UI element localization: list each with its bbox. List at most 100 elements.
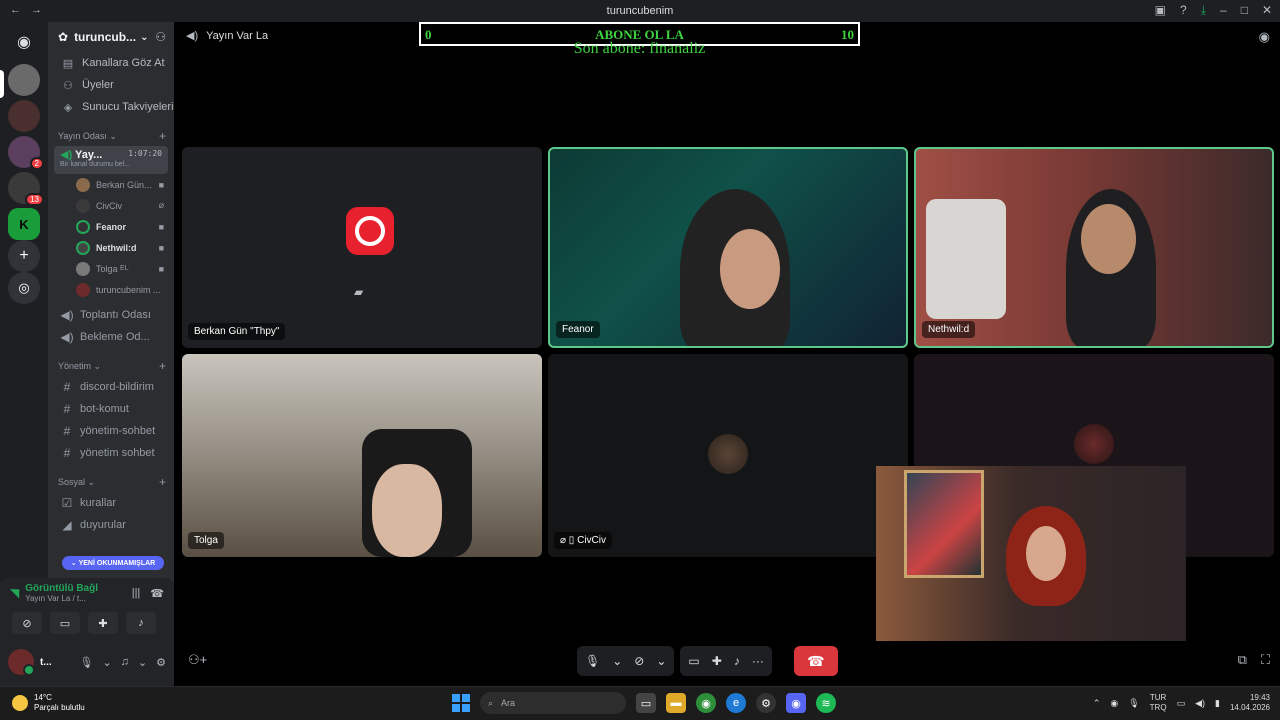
add-people-icon[interactable]: ⚇+	[188, 652, 207, 668]
add-channel-icon[interactable]: +	[159, 359, 166, 373]
category-yonetim[interactable]: Yönetim ⌄ +	[48, 356, 174, 376]
task-view-icon[interactable]: ▭	[636, 693, 656, 713]
help-icon[interactable]: ?	[1180, 3, 1187, 18]
screen-share-button[interactable]: ▭	[50, 612, 80, 634]
username[interactable]: t...	[40, 657, 52, 668]
text-channel[interactable]: # yönetim sohbet	[54, 442, 168, 464]
voice-member[interactable]: Feanor ■	[48, 216, 174, 237]
video-tile[interactable]: Feanor	[548, 147, 908, 348]
camera-toggle-button[interactable]: ⊘	[12, 612, 42, 634]
close-button[interactable]: ✕	[1262, 3, 1272, 18]
add-channel-icon[interactable]: +	[159, 129, 166, 143]
discover-icon[interactable]: ◎	[8, 272, 40, 304]
chevron-up-icon[interactable]: ⌃	[1093, 698, 1101, 709]
video-tile[interactable]: Tolga	[182, 354, 542, 557]
video-tile[interactable]: ▰ Berkan Gün "Thpy"	[182, 147, 542, 348]
network-icon[interactable]: ▭	[1177, 698, 1186, 709]
chevron-down-icon[interactable]: ⌄	[656, 654, 666, 668]
steam-icon[interactable]: ⚙	[756, 693, 776, 713]
text-channel[interactable]: # yönetim-sohbet	[54, 420, 168, 442]
latest-sub-ticker: Son abone: finanaliz	[573, 40, 706, 57]
voice-member[interactable]: turuncubenim ...	[48, 279, 174, 300]
voice-member[interactable]: Nethwil:d ■	[48, 237, 174, 258]
browse-channels[interactable]: ▤ Kanallara Göz At	[48, 52, 174, 74]
maximize-button[interactable]: □	[1241, 3, 1248, 18]
server-icon[interactable]: 2	[8, 136, 44, 170]
popout-icon[interactable]: ⧉	[1238, 652, 1247, 668]
voice-connection: ◥ Görüntülü Bağl Yayın Var La / t... |||…	[0, 578, 174, 608]
microphone-icon[interactable]: 🎙	[79, 656, 93, 669]
text-channel[interactable]: # bot-komut	[54, 398, 168, 420]
voice-member[interactable]: Tolga EL ■	[48, 258, 174, 279]
battery-icon[interactable]: ▮	[1215, 698, 1220, 709]
discord-home-icon[interactable]: ◉	[8, 26, 40, 58]
minimize-button[interactable]: –	[1220, 3, 1227, 18]
soundboard-button[interactable]: ♪	[126, 612, 156, 634]
screen-share-icon[interactable]: ▭	[688, 654, 699, 668]
text-channel[interactable]: ☑ kurallar	[54, 492, 168, 514]
signal-icon: ◥	[10, 586, 20, 600]
category-sosyal[interactable]: Sosyal ⌄ +	[48, 472, 174, 492]
server-icon[interactable]: K	[8, 208, 40, 240]
taskbar-search[interactable]: ⌕ Ara	[480, 692, 626, 714]
voice-channel[interactable]: ◀) Toplantı Odası	[54, 304, 168, 326]
activities-icon[interactable]: ✚	[712, 654, 722, 668]
avatar	[708, 434, 748, 474]
language-indicator[interactable]: TUR TRQ	[1150, 693, 1167, 713]
discord-taskbar-icon[interactable]: ◉	[786, 693, 806, 713]
mention-badge: 2	[29, 157, 44, 170]
server-boosts[interactable]: ◈ Sunucu Takviyeleri	[48, 96, 174, 118]
edge-icon[interactable]: e	[726, 693, 746, 713]
chevron-down-icon[interactable]: ⌄	[612, 654, 622, 668]
more-options-icon[interactable]: ···	[752, 654, 764, 668]
invite-icon[interactable]: ⚇	[155, 30, 166, 44]
category-yayin[interactable]: Yayın Odası ⌄ +	[48, 126, 174, 146]
chevron-down-icon[interactable]: ⌄	[138, 656, 147, 669]
tray-app-icon[interactable]: ◉	[1110, 698, 1118, 709]
hash-icon: #	[63, 424, 71, 438]
noise-suppression-icon[interactable]: |||	[132, 587, 141, 600]
connection-channel[interactable]: Yayın Var La / t...	[25, 594, 98, 603]
video-tile[interactable]: Nethwil:d	[914, 147, 1274, 348]
chevron-down-icon[interactable]: ⌄	[102, 656, 111, 669]
start-button[interactable]	[452, 694, 470, 712]
weather-widget[interactable]: 14°C Parçalı bulutlu	[12, 693, 85, 713]
chrome-icon[interactable]: ◉	[696, 693, 716, 713]
text-channel[interactable]: # discord-bildirim	[54, 376, 168, 398]
soundboard-icon[interactable]: ♪	[734, 654, 740, 668]
inbox-icon[interactable]: ▣	[1155, 3, 1166, 18]
voice-member[interactable]: CivCiv ⌀	[48, 195, 174, 216]
camera-off-icon[interactable]: ⊘	[634, 654, 644, 668]
text-channel[interactable]: ◢ duyurular	[54, 514, 168, 536]
new-unreads-pill[interactable]: ⌄ YENİ OKUNMAMIŞLAR	[62, 556, 164, 570]
members-link[interactable]: ⚇ Üyeler	[48, 74, 174, 96]
video-tile[interactable]: ⌀ ▯ CivCiv	[548, 354, 908, 557]
connection-status[interactable]: Görüntülü Bağl	[25, 583, 98, 594]
headphones-icon[interactable]: ♫	[121, 656, 129, 669]
server-icon[interactable]	[8, 64, 40, 96]
voice-member[interactable]: Berkan Gün... ■	[48, 174, 174, 195]
microphone-icon[interactable]: 🎙	[585, 654, 600, 668]
server-header[interactable]: ✿ turuncub... ⌄ ⚇	[48, 22, 174, 52]
microphone-tray-icon[interactable]: 🎙	[1128, 698, 1139, 709]
avatar[interactable]	[8, 649, 35, 676]
active-voice-channel[interactable]: ◀) Yay... Bir kanal durumu bel... 1:07:2…	[54, 146, 168, 174]
download-icon[interactable]: ⤓	[1201, 3, 1206, 18]
server-icon[interactable]	[8, 100, 40, 132]
call-header: ◀) Yayın Var La	[186, 29, 268, 43]
spotify-icon[interactable]: ≋	[816, 693, 836, 713]
avatar	[1074, 424, 1114, 464]
add-channel-icon[interactable]: +	[159, 475, 166, 489]
chat-icon[interactable]: ◉	[1259, 29, 1270, 45]
file-explorer-icon[interactable]: ▬	[666, 693, 686, 713]
add-server-icon[interactable]: +	[8, 240, 40, 272]
volume-icon[interactable]: ◀)	[1195, 698, 1205, 709]
server-icon[interactable]: 13	[8, 172, 44, 206]
fullscreen-icon[interactable]: ⛶	[1261, 652, 1270, 668]
clock[interactable]: 19:43 14.04.2026	[1230, 693, 1270, 713]
disconnect-icon[interactable]: ☎	[150, 587, 164, 600]
settings-gear-icon[interactable]: ⚙	[156, 656, 166, 669]
voice-channel[interactable]: ◀) Bekleme Od...	[54, 326, 168, 348]
hang-up-button[interactable]: ☎	[793, 646, 838, 676]
activities-button[interactable]: ✚	[88, 612, 118, 634]
